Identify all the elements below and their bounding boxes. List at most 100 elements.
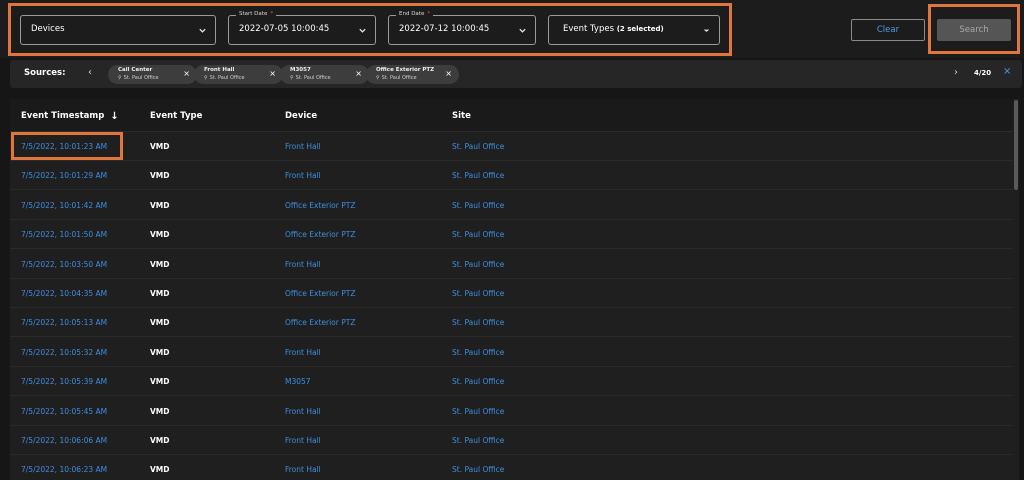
event-type-cell: VMD <box>150 289 170 298</box>
device-link[interactable]: Front Hall <box>285 465 321 474</box>
table-row[interactable]: 7/5/2022, 10:01:50 AM VMD Office Exterior … <box>10 220 1014 250</box>
close-icon[interactable]: × <box>269 69 276 78</box>
source-chip-name: Call Center <box>118 67 153 73</box>
timestamp-link[interactable]: 7/5/2022, 10:01:29 AM <box>21 171 107 180</box>
site-link[interactable]: St. Paul Office <box>452 201 504 210</box>
event-type-cell: VMD <box>150 436 170 445</box>
sort-down-icon[interactable]: ↓ <box>110 111 118 122</box>
device-link[interactable]: Front Hall <box>285 436 321 445</box>
site-link[interactable]: St. Paul Office <box>452 377 504 386</box>
close-icon[interactable]: × <box>1003 66 1011 77</box>
device-link[interactable]: Front Hall <box>285 142 321 151</box>
timestamp-link[interactable]: 7/5/2022, 10:05:13 AM <box>21 318 107 327</box>
timestamp-link[interactable]: 7/5/2022, 10:06:06 AM <box>21 436 107 445</box>
location-pin-icon: ⚲ <box>204 75 208 81</box>
event-type-cell: VMD <box>150 142 170 151</box>
source-chip-name: Front Hall <box>204 67 235 73</box>
table-row[interactable]: 7/5/2022, 10:01:23 AM VMD Front Hall St. Pa… <box>10 132 1014 161</box>
scrollbar-thumb[interactable] <box>1014 100 1018 190</box>
column-header-device[interactable]: Device <box>285 111 317 121</box>
sources-bar: Sources: ‹ Call Center ⚲ St. Paul Office … <box>10 60 1022 88</box>
start-date-value: 2022-07-05 10:00:45 <box>239 24 330 34</box>
device-link[interactable]: Office Exterior PTZ <box>285 318 355 327</box>
chevron-down-icon <box>359 28 366 33</box>
site-link[interactable]: St. Paul Office <box>452 260 504 269</box>
column-header-site[interactable]: Site <box>452 111 471 121</box>
column-header-timestamp[interactable]: Event Timestamp ↓ <box>21 111 119 122</box>
chevron-right-icon[interactable]: › <box>954 67 958 78</box>
search-button[interactable]: Search <box>937 19 1011 41</box>
site-link[interactable]: St. Paul Office <box>452 465 504 474</box>
source-chip-site: ⚲ St. Paul Office <box>290 75 331 81</box>
event-types-dropdown[interactable]: Event Types (2 selected) <box>548 15 720 45</box>
timestamp-link[interactable]: 7/5/2022, 10:05:39 AM <box>21 377 107 386</box>
location-pin-icon: ⚲ <box>376 75 380 81</box>
start-date-label: Start Date * <box>236 11 277 17</box>
site-link[interactable]: St. Paul Office <box>452 142 504 151</box>
event-type-cell: VMD <box>150 171 170 181</box>
start-date-field[interactable]: Start Date * 2022-07-05 10:00:45 <box>228 11 376 45</box>
timestamp-link[interactable]: 7/5/2022, 10:01:42 AM <box>21 201 107 210</box>
site-link[interactable]: St. Paul Office <box>452 171 504 180</box>
site-link[interactable]: St. Paul Office <box>452 230 504 239</box>
clear-button[interactable]: Clear <box>851 19 925 41</box>
site-link[interactable]: St. Paul Office <box>452 289 504 298</box>
end-date-field[interactable]: End Date * 2022-07-12 10:00:45 <box>388 11 536 45</box>
source-chip-name: Office Exterior PTZ <box>376 67 435 73</box>
event-type-cell: VMD <box>150 318 170 328</box>
timestamp-link[interactable]: 7/5/2022, 10:06:23 AM <box>21 465 107 474</box>
source-chip-site: ⚲ St. Paul Office <box>118 75 159 81</box>
source-chip-site: ⚲ St. Paul Office <box>376 75 417 81</box>
table-row[interactable]: 7/5/2022, 10:05:45 AM VMD Front Hall St. Pa… <box>10 397 1014 426</box>
table-row[interactable]: 7/5/2022, 10:01:29 AM VMD Front Hall St. Pa… <box>10 161 1014 191</box>
event-type-cell: VMD <box>150 377 170 387</box>
timestamp-link[interactable]: 7/5/2022, 10:05:32 AM <box>21 348 107 357</box>
device-link[interactable]: Front Hall <box>285 260 321 269</box>
location-pin-icon: ⚲ <box>118 75 122 81</box>
table-row[interactable]: 7/5/2022, 10:05:13 AM VMD Office Exterior … <box>10 308 1014 338</box>
device-link[interactable]: Office Exterior PTZ <box>285 201 355 210</box>
device-link[interactable]: Office Exterior PTZ <box>285 289 355 298</box>
table-row[interactable]: 7/5/2022, 10:05:39 AM VMD M3057 St. Paul Of… <box>10 367 1014 397</box>
timestamp-link[interactable]: 7/5/2022, 10:03:50 AM <box>21 260 107 269</box>
end-date-value: 2022-07-12 10:00:45 <box>399 24 490 34</box>
sources-label: Sources: <box>24 68 66 78</box>
devices-dropdown-value: Devices <box>31 24 65 34</box>
table-row[interactable]: 7/5/2022, 10:03:50 AM VMD Front Hall St. Pa… <box>10 250 1014 279</box>
table-row[interactable]: 7/5/2022, 10:06:06 AM VMD Front Hall St. Pa… <box>10 426 1014 455</box>
close-icon[interactable]: × <box>355 69 362 78</box>
device-link[interactable]: Front Hall <box>285 348 321 357</box>
device-link[interactable]: Office Exterior PTZ <box>285 230 355 239</box>
timestamp-link[interactable]: 7/5/2022, 10:01:23 AM <box>21 142 107 151</box>
device-link[interactable]: Front Hall <box>285 407 321 416</box>
table-row[interactable]: 7/5/2022, 10:06:23 AM VMD Front Hall St. Pa… <box>10 455 1014 480</box>
table-row[interactable]: 7/5/2022, 10:04:35 AM VMD Office Exterior … <box>10 279 1014 308</box>
chevron-down-icon <box>704 29 709 32</box>
location-pin-icon: ⚲ <box>290 75 294 81</box>
chevron-left-icon[interactable]: ‹ <box>88 67 92 78</box>
close-icon[interactable]: × <box>445 69 452 78</box>
column-header-event-type[interactable]: Event Type <box>150 111 202 121</box>
event-type-cell: VMD <box>150 230 170 240</box>
timestamp-link[interactable]: 7/5/2022, 10:04:35 AM <box>21 289 107 298</box>
site-link[interactable]: St. Paul Office <box>452 348 504 357</box>
devices-dropdown[interactable]: Devices <box>20 15 216 45</box>
event-types-value: Event Types (2 selected) <box>563 24 664 34</box>
events-table: Event Timestamp ↓ Event Type Device Site … <box>10 99 1014 480</box>
table-row[interactable]: 7/5/2022, 10:01:42 AM VMD Office Exterior … <box>10 191 1014 220</box>
timestamp-link[interactable]: 7/5/2022, 10:05:45 AM <box>21 407 107 416</box>
chevron-down-icon <box>199 28 206 33</box>
source-chip: M3057 ⚲ St. Paul Office × <box>280 65 369 84</box>
event-type-cell: VMD <box>150 347 170 357</box>
filter-bar: Devices Start Date * 2022-07-05 10:00:45 … <box>0 0 1024 58</box>
site-link[interactable]: St. Paul Office <box>452 407 504 416</box>
site-link[interactable]: St. Paul Office <box>452 318 504 327</box>
close-icon[interactable]: × <box>183 69 190 78</box>
device-link[interactable]: M3057 <box>285 377 311 386</box>
source-chip-site: ⚲ St. Paul Office <box>204 75 245 81</box>
table-row[interactable]: 7/5/2022, 10:05:32 AM VMD Front Hall St. Pa… <box>10 338 1014 367</box>
table-header: Event Timestamp ↓ Event Type Device Site <box>10 99 1014 132</box>
site-link[interactable]: St. Paul Office <box>452 436 504 445</box>
device-link[interactable]: Front Hall <box>285 171 321 180</box>
timestamp-link[interactable]: 7/5/2022, 10:01:50 AM <box>21 230 107 239</box>
